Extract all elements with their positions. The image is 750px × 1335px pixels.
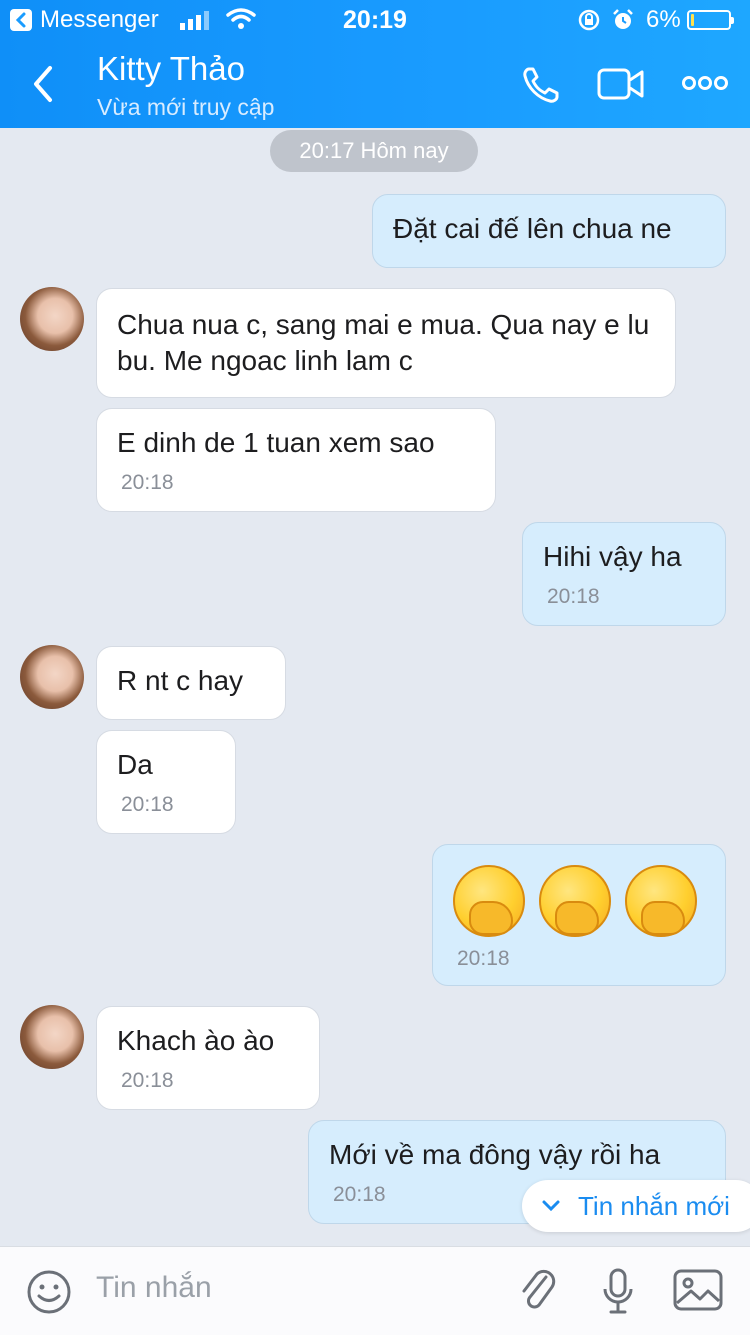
alarm-icon — [613, 9, 633, 29]
contact-name[interactable]: Kitty Thảo — [97, 50, 245, 88]
message-bubble[interactable]: R nt c hay — [96, 646, 286, 720]
more-options-button[interactable] — [682, 74, 728, 92]
emoji-message-bubble[interactable]: 20:18 — [432, 844, 726, 986]
message-text: Mới về ma đông vậy rồi ha — [329, 1139, 661, 1170]
message-text: R nt c hay — [117, 665, 244, 696]
emoji-row — [453, 861, 705, 937]
message-text: Da — [117, 749, 153, 780]
emoji-picker-icon[interactable] — [26, 1269, 72, 1315]
message-time: 20:18 — [457, 947, 510, 970]
back-button[interactable] — [26, 62, 66, 106]
hugging-face-emoji-icon — [625, 865, 697, 937]
date-separator: 20:17 Hôm nay — [270, 130, 478, 172]
video-call-button[interactable] — [596, 66, 646, 102]
message-text: Đặt cai đế lên chua ne — [393, 213, 672, 244]
message-text: Chua nua c, sang mai e mua. Qua nay e lu… — [117, 309, 650, 376]
contact-status: Vừa mới truy cập — [97, 94, 275, 120]
new-messages-label: Tin nhắn mới — [578, 1191, 730, 1221]
battery-percent: 6% — [646, 6, 681, 33]
message-time: 20:18 — [121, 471, 174, 494]
message-bubble[interactable]: Chua nua c, sang mai e mua. Qua nay e lu… — [96, 288, 676, 398]
message-time: 20:18 — [121, 793, 174, 816]
message-bubble[interactable]: Da 20:18 — [96, 730, 236, 834]
message-bubble[interactable]: Đặt cai đế lên chua ne — [372, 194, 726, 268]
message-time: 20:18 — [121, 1069, 174, 1092]
rotation-lock-icon — [578, 9, 600, 31]
phone-call-button[interactable] — [520, 64, 562, 106]
message-text: Hihi vậy ha — [543, 541, 682, 572]
composer-bar: Tin nhắn — [0, 1246, 750, 1335]
message-bubble[interactable]: Hihi vậy ha 20:18 — [522, 522, 726, 626]
message-input[interactable]: Tin nhắn — [96, 1271, 212, 1305]
chevron-down-icon — [542, 1200, 560, 1212]
avatar[interactable] — [20, 287, 84, 351]
message-text: Khach ào ào — [117, 1025, 275, 1056]
image-gallery-icon[interactable] — [672, 1267, 724, 1313]
battery-icon — [687, 10, 734, 30]
microphone-icon[interactable] — [600, 1267, 636, 1317]
chat-header: Messenger 20:19 6% Kitty Thảo Vừa mới tr… — [0, 0, 750, 128]
message-time: 20:18 — [547, 585, 600, 608]
message-text: E dinh de 1 tuan xem sao — [117, 427, 435, 458]
avatar[interactable] — [20, 645, 84, 709]
attachment-icon[interactable] — [516, 1267, 560, 1315]
hugging-face-emoji-icon — [453, 865, 525, 937]
battery-fill — [691, 14, 694, 26]
status-bar: Messenger 20:19 6% — [0, 0, 750, 40]
clock: 20:19 — [343, 6, 407, 34]
hugging-face-emoji-icon — [539, 865, 611, 937]
avatar[interactable] — [20, 1005, 84, 1069]
message-bubble[interactable]: Khach ào ào 20:18 — [96, 1006, 320, 1110]
message-bubble[interactable]: E dinh de 1 tuan xem sao 20:18 — [96, 408, 496, 512]
new-messages-button[interactable]: Tin nhắn mới — [522, 1180, 750, 1232]
